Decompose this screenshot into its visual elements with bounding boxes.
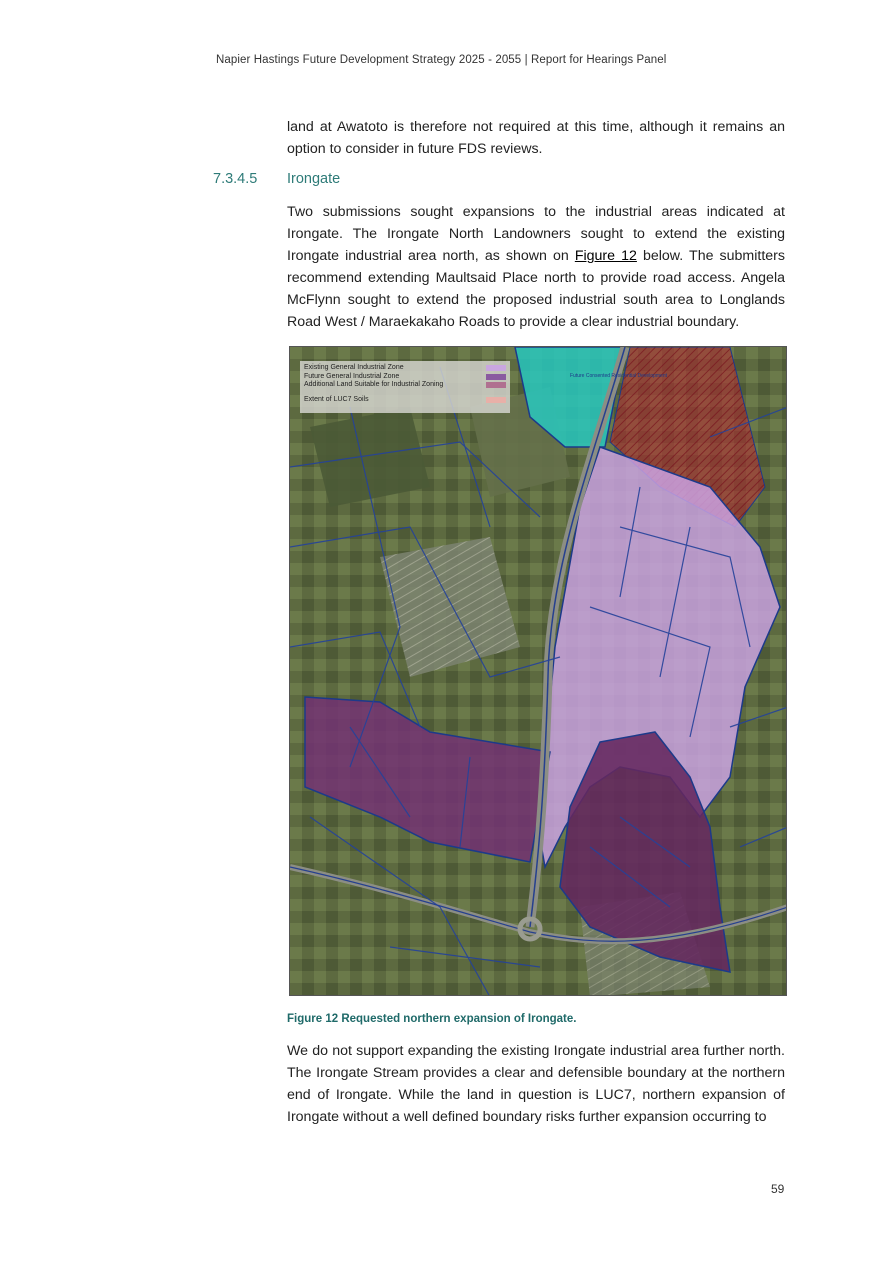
- intro-paragraph: land at Awatoto is therefore not require…: [287, 119, 785, 157]
- legend-label: Future General Industrial Zone: [304, 372, 400, 380]
- figure-12-link[interactable]: Figure 12: [575, 248, 637, 264]
- legend-item-existing: Existing General Industrial Zone: [304, 364, 506, 373]
- legend-label: Additional Land Suitable for Industrial …: [304, 381, 444, 388]
- legend-swatch: [486, 373, 506, 380]
- page-number: 59: [771, 1182, 785, 1196]
- page-header: Napier Hastings Future Development Strat…: [216, 54, 667, 66]
- aerial-map: Future Consented Residential Development: [290, 347, 786, 995]
- legend-item-additional: Additional Land Suitable for Industrial …: [304, 381, 506, 390]
- legend-item-luc7: Extent of LUC7 Soils: [304, 396, 506, 405]
- legend-swatch: [486, 365, 506, 372]
- paragraph-recommendation: We do not support expanding the existing…: [287, 1043, 785, 1125]
- section-number: 7.3.4.5: [213, 171, 258, 187]
- legend-label: Extent of LUC7 Soils: [304, 395, 369, 403]
- paragraph-irongate-submissions: Two submissions sought expansions to the…: [287, 201, 785, 333]
- map-label-residential: Future Consented Residential Development: [570, 373, 668, 379]
- legend-swatch: [486, 382, 506, 389]
- map-legend: Existing General Industrial Zone Future …: [300, 361, 510, 413]
- legend-swatch: [486, 396, 506, 403]
- figure-caption: Figure 12 Requested northern expansion o…: [287, 1013, 577, 1025]
- figure-12-map: Future Consented Residential Development…: [289, 346, 787, 996]
- legend-item-future: Future General Industrial Zone: [304, 373, 506, 382]
- legend-label: Existing General Industrial Zone: [304, 364, 404, 371]
- section-title: Irongate: [287, 171, 341, 187]
